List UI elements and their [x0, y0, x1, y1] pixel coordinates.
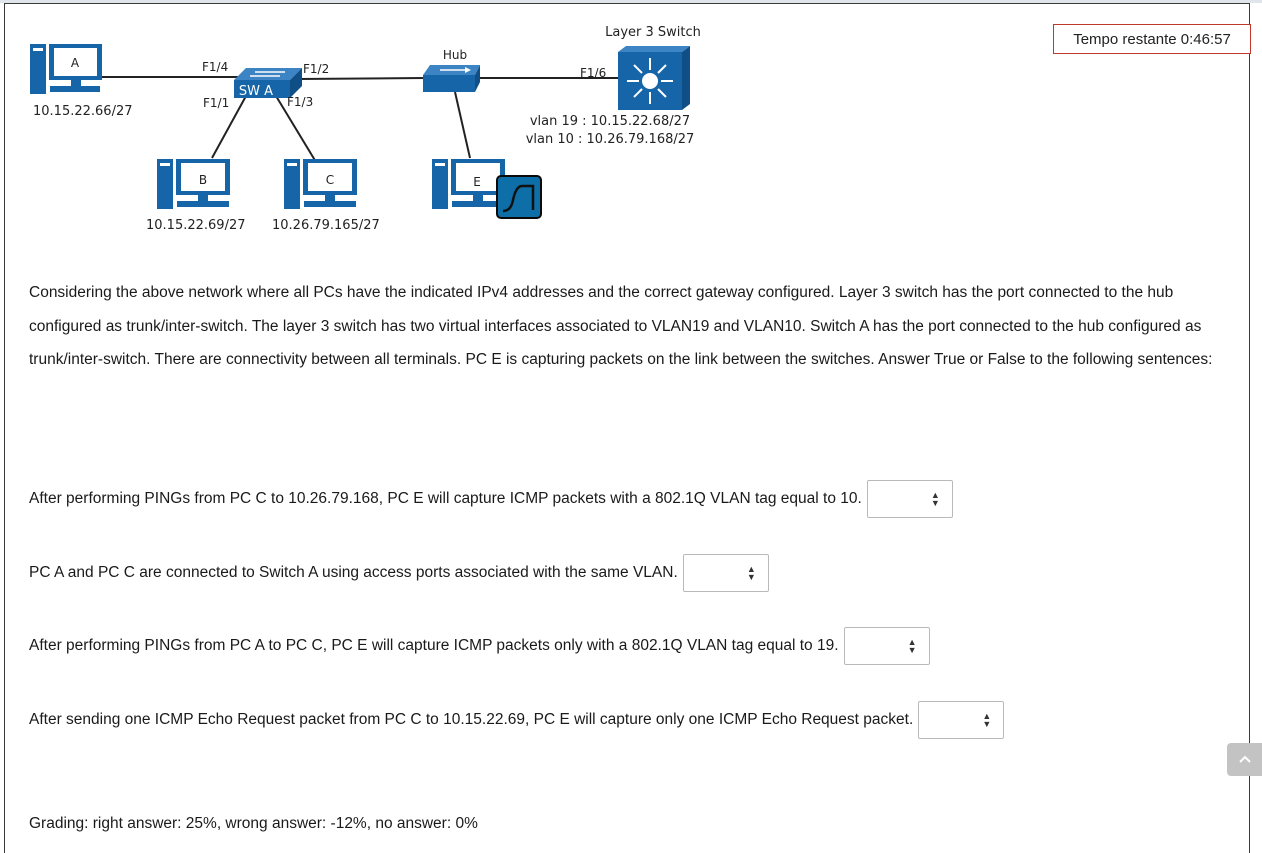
question-intro: Considering the above network where all … [29, 284, 1213, 368]
port-f11: F1/1 [203, 96, 229, 110]
wireshark-icon [496, 175, 542, 219]
updown-icon: ▲ ▼ [930, 490, 940, 508]
port-f14: F1/4 [202, 60, 228, 74]
pc-e-tag: E [473, 175, 481, 189]
vlan19-address: vlan 19 : 10.15.22.68/27 [530, 114, 690, 129]
switch-a-label: SW A [239, 84, 273, 99]
pc-c-ip: 10.26.79.165/27 [272, 218, 380, 233]
question-4-answer-select[interactable]: ▲ ▼ [918, 701, 1005, 739]
question-2-text: PC A and PC C are connected to Switch A … [29, 564, 678, 581]
pc-b-ip: 10.15.22.69/27 [146, 218, 246, 233]
l3-switch-icon[interactable] [618, 46, 690, 110]
l3-switch-label: Layer 3 Switch [605, 25, 701, 40]
port-f16: F1/6 [580, 66, 606, 80]
pc-b-icon[interactable]: B [157, 159, 230, 209]
question-4: After sending one ICMP Echo Request pack… [29, 701, 1005, 739]
scroll-to-top-button[interactable] [1227, 743, 1262, 776]
port-f12: F1/2 [303, 62, 329, 76]
hub-label: Hub [443, 48, 467, 62]
question-3: After performing PINGs from PC A to PC C… [29, 627, 930, 665]
updown-icon: ▲ ▼ [746, 564, 756, 582]
question-1-text: After performing PINGs from PC C to 10.2… [29, 490, 862, 507]
port-f13: F1/3 [287, 95, 313, 109]
time-remaining: Tempo restante 0:46:57 [1053, 24, 1251, 54]
vlan10-address: vlan 10 : 10.26.79.168/27 [526, 132, 695, 147]
updown-icon: ▲ ▼ [907, 637, 917, 655]
question-2-answer-select[interactable]: ▲ ▼ [682, 554, 769, 592]
updown-icon: ▲ ▼ [982, 711, 992, 729]
question-1-answer-select[interactable]: ▲ ▼ [866, 480, 953, 518]
chevron-up-icon [1239, 755, 1251, 763]
link-hub-e [454, 91, 471, 159]
pc-c-icon[interactable]: C [284, 159, 357, 209]
hub-icon[interactable] [423, 65, 480, 92]
pc-e-icon[interactable]: E [432, 159, 505, 209]
pc-a-tag: A [71, 56, 80, 70]
grading-info: Grading: right answer: 25%, wrong answer… [29, 815, 478, 832]
question-2: PC A and PC C are connected to Switch A … [29, 554, 769, 592]
question-3-answer-select[interactable]: ▲ ▼ [843, 627, 930, 665]
network-diagram: A 10.15.22.66/27 SW A F1/4 F1/1 F1/2 F1/… [30, 25, 701, 233]
pc-a-ip: 10.15.22.66/27 [33, 104, 133, 119]
question-1: After performing PINGs from PC C to 10.2… [29, 480, 953, 518]
pc-a-icon[interactable]: A [30, 44, 102, 94]
question-3-text: After performing PINGs from PC A to PC C… [29, 637, 839, 654]
pc-c-tag: C [326, 173, 334, 187]
question-4-text: After sending one ICMP Echo Request pack… [29, 711, 914, 728]
link-swa-hub [297, 77, 426, 80]
pc-b-tag: B [199, 173, 207, 187]
